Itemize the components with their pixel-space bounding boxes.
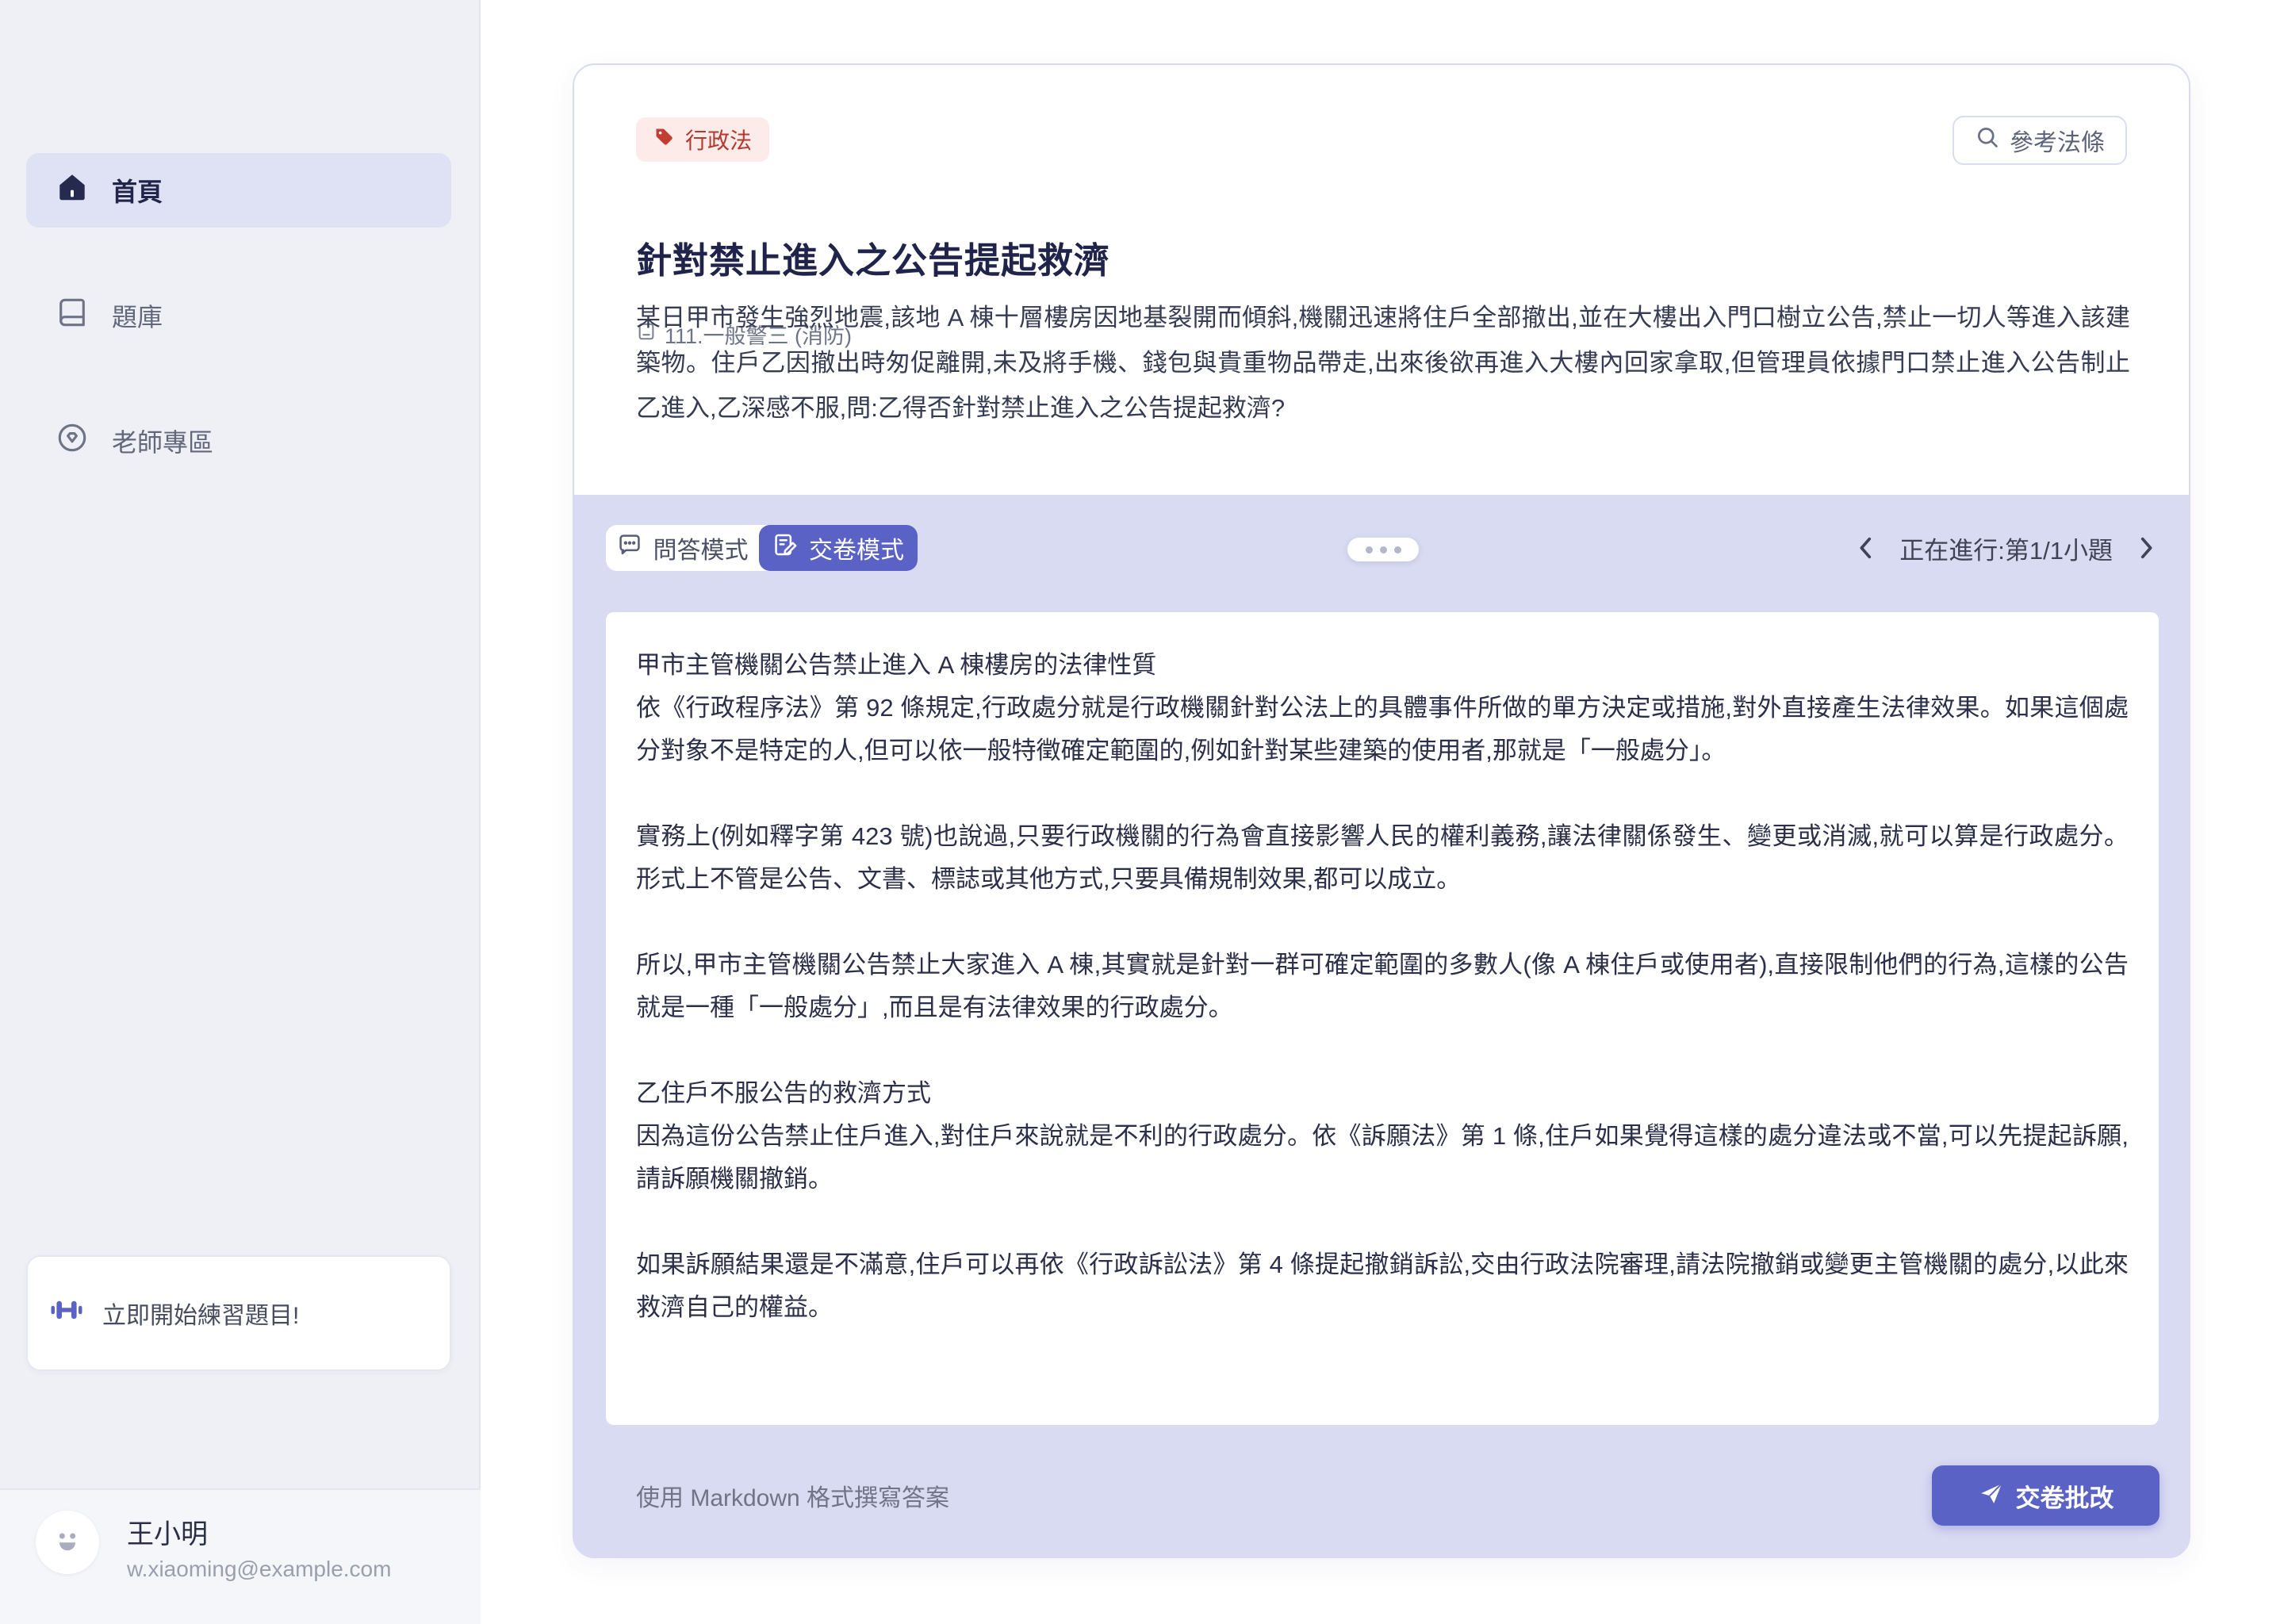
- progress-label: 正在進行:第1/1小題: [1899, 530, 2113, 566]
- subject-tag-badge: 行政法: [636, 117, 769, 162]
- book-icon: [56, 297, 88, 335]
- start-practice-button[interactable]: 立即開始練習題目!: [26, 1255, 451, 1371]
- handle-dot: [1380, 546, 1387, 553]
- user-profile[interactable]: 王小明 w.xiaoming@example.com: [0, 1488, 481, 1624]
- gem-icon: [56, 422, 88, 460]
- resize-handle[interactable]: [1347, 538, 1419, 561]
- tab-qa-mode[interactable]: 問答模式: [606, 525, 759, 571]
- subject-tag-label: 行政法: [685, 124, 752, 155]
- document-edit-icon: [772, 532, 798, 564]
- submit-grade-label: 交卷批改: [2016, 1478, 2114, 1514]
- answer-panel: 問答模式 交卷模式 正在進行:第1/1: [574, 495, 2189, 1558]
- reference-law-label: 參考法條: [2010, 123, 2105, 158]
- chevron-right-icon[interactable]: [2135, 534, 2157, 561]
- tab-qa-label: 問答模式: [653, 530, 749, 565]
- answer-text: 甲市主管機關公告禁止進入 A 棟樓房的法律性質 依《行政程序法》第 92 條規定…: [636, 644, 2129, 1329]
- mode-tabs: 問答模式 交卷模式: [606, 525, 918, 571]
- sidebar-item-home[interactable]: 首頁: [26, 153, 451, 228]
- sidebar-item-label: 首頁: [112, 172, 163, 209]
- sidebar-nav: 首頁 題庫 老師專區: [0, 153, 479, 529]
- question-card: 行政法 參考法條 針對禁止進入之公告提起救濟 111.一般警三 (消防) 某日甲…: [573, 63, 2190, 1558]
- sidebar-item-label: 老師專區: [112, 423, 213, 459]
- chat-bubble-icon: [617, 532, 642, 564]
- tab-submit-label: 交卷模式: [809, 530, 904, 565]
- submit-grade-button[interactable]: 交卷批改: [1932, 1465, 2159, 1526]
- chevron-left-icon[interactable]: [1855, 534, 1877, 561]
- sidebar: 首頁 題庫 老師專區: [0, 0, 481, 1624]
- tag-icon: [653, 126, 676, 154]
- question-title: 針對禁止進入之公告提起救濟: [636, 232, 1110, 283]
- dumbbell-icon: [50, 1293, 83, 1333]
- sidebar-item-question-bank[interactable]: 題庫: [26, 278, 451, 353]
- user-email: w.xiaoming@example.com: [127, 1557, 391, 1582]
- sidebar-item-teacher-area[interactable]: 老師專區: [26, 404, 451, 478]
- sidebar-item-label: 題庫: [112, 297, 163, 334]
- question-body: 某日甲市發生強烈地震,該地 A 棟十層樓房因地基裂開而傾斜,機關迅速將住戶全部撤…: [636, 295, 2130, 431]
- reference-law-button[interactable]: 參考法條: [1953, 116, 2127, 165]
- progress-pager: 正在進行:第1/1小題: [1855, 525, 2157, 571]
- markdown-hint: 使用 Markdown 格式撰寫答案: [636, 1478, 949, 1513]
- user-name: 王小明: [127, 1512, 208, 1551]
- start-practice-label: 立即開始練習題目!: [102, 1296, 299, 1331]
- search-icon: [1975, 124, 2000, 156]
- home-icon: [56, 171, 88, 209]
- answer-editor[interactable]: 甲市主管機關公告禁止進入 A 棟樓房的法律性質 依《行政程序法》第 92 條規定…: [606, 612, 2159, 1425]
- handle-dot: [1394, 546, 1401, 553]
- handle-dot: [1366, 546, 1373, 553]
- tab-submit-mode[interactable]: 交卷模式: [759, 525, 918, 571]
- smiley-icon: [47, 1520, 88, 1565]
- avatar: [36, 1511, 99, 1574]
- paper-plane-icon: [1978, 1480, 2003, 1511]
